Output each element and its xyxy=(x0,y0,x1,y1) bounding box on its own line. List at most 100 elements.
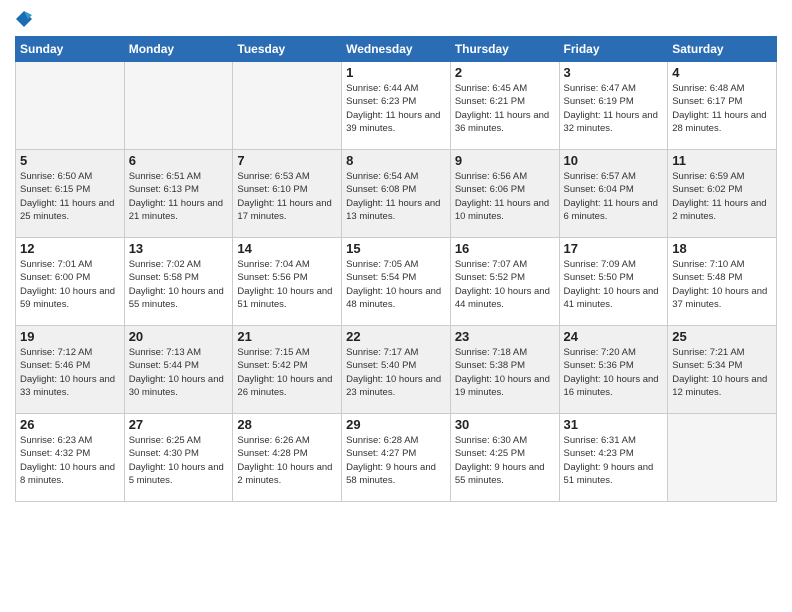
calendar-day: 16 Sunrise: 7:07 AM Sunset: 5:52 PM Dayli… xyxy=(450,238,559,326)
day-number: 4 xyxy=(672,65,772,80)
day-info: Sunrise: 7:09 AM Sunset: 5:50 PM Dayligh… xyxy=(564,258,664,311)
calendar-day: 18 Sunrise: 7:10 AM Sunset: 5:48 PM Dayli… xyxy=(668,238,777,326)
day-number: 28 xyxy=(237,417,337,432)
weekday-header: Thursday xyxy=(450,37,559,62)
calendar-week-row: 1 Sunrise: 6:44 AM Sunset: 6:23 PM Daylig… xyxy=(16,62,777,150)
day-info: Sunrise: 6:59 AM Sunset: 6:02 PM Dayligh… xyxy=(672,170,772,223)
weekday-header: Monday xyxy=(124,37,233,62)
calendar-day: 21 Sunrise: 7:15 AM Sunset: 5:42 PM Dayli… xyxy=(233,326,342,414)
calendar-day: 5 Sunrise: 6:50 AM Sunset: 6:15 PM Daylig… xyxy=(16,150,125,238)
calendar-page: SundayMondayTuesdayWednesdayThursdayFrid… xyxy=(0,0,792,612)
calendar-day: 9 Sunrise: 6:56 AM Sunset: 6:06 PM Daylig… xyxy=(450,150,559,238)
day-info: Sunrise: 7:20 AM Sunset: 5:36 PM Dayligh… xyxy=(564,346,664,399)
day-info: Sunrise: 6:56 AM Sunset: 6:06 PM Dayligh… xyxy=(455,170,555,223)
weekday-header: Saturday xyxy=(668,37,777,62)
calendar-day: 20Sunrise: 7:13 AM Sunset: 5:44 PM Dayli… xyxy=(124,326,233,414)
calendar-day: 23 Sunrise: 7:18 AM Sunset: 5:38 PM Dayli… xyxy=(450,326,559,414)
day-number: 9 xyxy=(455,153,555,168)
day-info: Sunrise: 7:05 AM Sunset: 5:54 PM Dayligh… xyxy=(346,258,446,311)
calendar-day: 17 Sunrise: 7:09 AM Sunset: 5:50 PM Dayli… xyxy=(559,238,668,326)
day-number: 14 xyxy=(237,241,337,256)
calendar-day: 14 Sunrise: 7:04 AM Sunset: 5:56 PM Dayli… xyxy=(233,238,342,326)
calendar-day xyxy=(668,414,777,502)
day-number: 26 xyxy=(20,417,120,432)
day-number: 6 xyxy=(129,153,229,168)
day-info: Sunrise: 6:31 AM Sunset: 4:23 PM Dayligh… xyxy=(564,434,664,487)
calendar-day: 8 Sunrise: 6:54 AM Sunset: 6:08 PM Daylig… xyxy=(342,150,451,238)
day-number: 22 xyxy=(346,329,446,344)
calendar-day: 11 Sunrise: 6:59 AM Sunset: 6:02 PM Dayli… xyxy=(668,150,777,238)
weekday-header: Tuesday xyxy=(233,37,342,62)
day-number: 16 xyxy=(455,241,555,256)
calendar-day: 3 Sunrise: 6:47 AM Sunset: 6:19 PM Daylig… xyxy=(559,62,668,150)
calendar-day: 2 Sunrise: 6:45 AM Sunset: 6:21 PM Daylig… xyxy=(450,62,559,150)
calendar-day: 19 Sunrise: 7:12 AM Sunset: 5:46 PM Dayli… xyxy=(16,326,125,414)
calendar-week-row: 26 Sunrise: 6:23 AM Sunset: 4:32 PM Dayli… xyxy=(16,414,777,502)
day-number: 15 xyxy=(346,241,446,256)
calendar-day: 31 Sunrise: 6:31 AM Sunset: 4:23 PM Dayli… xyxy=(559,414,668,502)
weekday-header: Sunday xyxy=(16,37,125,62)
day-info: Sunrise: 6:23 AM Sunset: 4:32 PM Dayligh… xyxy=(20,434,120,487)
day-info: Sunrise: 7:17 AM Sunset: 5:40 PM Dayligh… xyxy=(346,346,446,399)
weekday-header: Friday xyxy=(559,37,668,62)
day-number: 8 xyxy=(346,153,446,168)
day-info: Sunrise: 7:12 AM Sunset: 5:46 PM Dayligh… xyxy=(20,346,120,399)
day-number: 2 xyxy=(455,65,555,80)
day-info: Sunrise: 7:15 AM Sunset: 5:42 PM Dayligh… xyxy=(237,346,337,399)
day-info: Sunrise: 6:28 AM Sunset: 4:27 PM Dayligh… xyxy=(346,434,446,487)
day-info: Sunrise: 7:13 AM Sunset: 5:44 PM Dayligh… xyxy=(129,346,229,399)
calendar-week-row: 12 Sunrise: 7:01 AM Sunset: 6:00 PM Dayli… xyxy=(16,238,777,326)
weekday-header-row: SundayMondayTuesdayWednesdayThursdayFrid… xyxy=(16,37,777,62)
calendar-day xyxy=(16,62,125,150)
calendar-day: 10Sunrise: 6:57 AM Sunset: 6:04 PM Dayli… xyxy=(559,150,668,238)
calendar-day: 30 Sunrise: 6:30 AM Sunset: 4:25 PM Dayli… xyxy=(450,414,559,502)
day-number: 11 xyxy=(672,153,772,168)
calendar-day: 6Sunrise: 6:51 AM Sunset: 6:13 PM Daylig… xyxy=(124,150,233,238)
calendar-day: 1 Sunrise: 6:44 AM Sunset: 6:23 PM Daylig… xyxy=(342,62,451,150)
calendar-day: 26 Sunrise: 6:23 AM Sunset: 4:32 PM Dayli… xyxy=(16,414,125,502)
calendar-day: 12 Sunrise: 7:01 AM Sunset: 6:00 PM Dayli… xyxy=(16,238,125,326)
day-number: 12 xyxy=(20,241,120,256)
day-info: Sunrise: 6:44 AM Sunset: 6:23 PM Dayligh… xyxy=(346,82,446,135)
day-number: 10 xyxy=(564,153,664,168)
day-number: 13 xyxy=(129,241,229,256)
calendar-day: 24 Sunrise: 7:20 AM Sunset: 5:36 PM Dayli… xyxy=(559,326,668,414)
day-number: 21 xyxy=(237,329,337,344)
day-number: 24 xyxy=(564,329,664,344)
day-number: 17 xyxy=(564,241,664,256)
day-number: 25 xyxy=(672,329,772,344)
day-info: Sunrise: 7:01 AM Sunset: 6:00 PM Dayligh… xyxy=(20,258,120,311)
calendar-table: SundayMondayTuesdayWednesdayThursdayFrid… xyxy=(15,36,777,502)
day-number: 5 xyxy=(20,153,120,168)
day-info: Sunrise: 6:54 AM Sunset: 6:08 PM Dayligh… xyxy=(346,170,446,223)
day-info: Sunrise: 6:48 AM Sunset: 6:17 PM Dayligh… xyxy=(672,82,772,135)
day-number: 30 xyxy=(455,417,555,432)
day-info: Sunrise: 7:04 AM Sunset: 5:56 PM Dayligh… xyxy=(237,258,337,311)
day-number: 1 xyxy=(346,65,446,80)
day-info: Sunrise: 6:25 AM Sunset: 4:30 PM Dayligh… xyxy=(129,434,229,487)
calendar-day xyxy=(233,62,342,150)
day-number: 23 xyxy=(455,329,555,344)
logo xyxy=(15,10,37,28)
day-number: 31 xyxy=(564,417,664,432)
day-info: Sunrise: 7:18 AM Sunset: 5:38 PM Dayligh… xyxy=(455,346,555,399)
day-info: Sunrise: 7:07 AM Sunset: 5:52 PM Dayligh… xyxy=(455,258,555,311)
day-info: Sunrise: 7:10 AM Sunset: 5:48 PM Dayligh… xyxy=(672,258,772,311)
calendar-day: 7Sunrise: 6:53 AM Sunset: 6:10 PM Daylig… xyxy=(233,150,342,238)
day-info: Sunrise: 6:26 AM Sunset: 4:28 PM Dayligh… xyxy=(237,434,337,487)
day-info: Sunrise: 6:45 AM Sunset: 6:21 PM Dayligh… xyxy=(455,82,555,135)
day-info: Sunrise: 7:21 AM Sunset: 5:34 PM Dayligh… xyxy=(672,346,772,399)
day-info: Sunrise: 6:30 AM Sunset: 4:25 PM Dayligh… xyxy=(455,434,555,487)
calendar-day xyxy=(124,62,233,150)
calendar-day: 4 Sunrise: 6:48 AM Sunset: 6:17 PM Daylig… xyxy=(668,62,777,150)
day-info: Sunrise: 6:47 AM Sunset: 6:19 PM Dayligh… xyxy=(564,82,664,135)
calendar-day: 28 Sunrise: 6:26 AM Sunset: 4:28 PM Dayli… xyxy=(233,414,342,502)
day-number: 19 xyxy=(20,329,120,344)
calendar-day: 29Sunrise: 6:28 AM Sunset: 4:27 PM Dayli… xyxy=(342,414,451,502)
weekday-header: Wednesday xyxy=(342,37,451,62)
logo-icon xyxy=(15,10,33,28)
day-info: Sunrise: 6:50 AM Sunset: 6:15 PM Dayligh… xyxy=(20,170,120,223)
day-number: 18 xyxy=(672,241,772,256)
calendar-week-row: 19 Sunrise: 7:12 AM Sunset: 5:46 PM Dayli… xyxy=(16,326,777,414)
day-number: 3 xyxy=(564,65,664,80)
